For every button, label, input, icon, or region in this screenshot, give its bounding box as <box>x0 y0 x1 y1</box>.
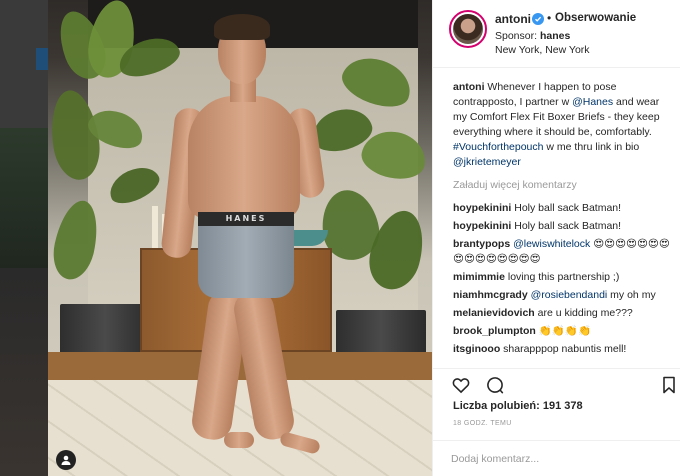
verified-badge-icon <box>532 13 544 25</box>
post-username[interactable]: antoni <box>495 12 531 26</box>
avatar[interactable] <box>449 10 487 48</box>
post-caption: antoni Whenever I happen to pose contrap… <box>453 80 675 170</box>
photo-rug <box>48 380 432 476</box>
comment-text: my oh my <box>607 289 656 301</box>
caption-text: w me thru link in bio <box>543 141 653 153</box>
comment-text: sharapppop nabuntis mell! <box>500 343 627 355</box>
load-more-comments-button[interactable]: Załaduj więcej komentarzy <box>453 178 675 193</box>
post-timestamp: 18 GODZ. TEMU <box>453 420 512 427</box>
comment-username[interactable]: hoypekinini <box>453 220 511 232</box>
comment-item: niamhmcgrady @rosiebendandi my oh my <box>453 288 675 303</box>
post-header: antoni • Obserwowanie Sponsor: hanes New… <box>433 0 680 68</box>
add-comment-bar <box>433 440 680 476</box>
caption-mention[interactable]: @jkrietemeyer <box>453 156 521 168</box>
sponsor-prefix: Sponsor: <box>495 30 538 42</box>
background-panel-mid <box>0 128 48 268</box>
user-tag-icon[interactable] <box>56 450 76 470</box>
caption-hashtag[interactable]: #Vouchforthepouch <box>453 141 544 153</box>
comment-text: 👏👏👏👏 <box>535 325 592 337</box>
post-photo[interactable]: HANES <box>48 0 432 476</box>
location-link[interactable]: New York, New York <box>495 44 590 56</box>
comment-item: hoypekinini Holy ball sack Batman! <box>453 219 675 234</box>
heart-icon[interactable] <box>451 375 471 395</box>
photo-candle <box>152 206 158 248</box>
add-comment-input[interactable] <box>451 450 663 468</box>
comment-text: Holy ball sack Batman! <box>511 202 622 214</box>
sponsor-line: Sponsor: hanes <box>495 30 570 42</box>
background-panel-bottom <box>0 268 48 476</box>
comment-text: are u kidding me??? <box>534 307 633 319</box>
comment-item: brook_plumpton 👏👏👏👏 <box>453 324 675 339</box>
background-overlay-strip <box>0 0 48 476</box>
comment-item: hoypekinini Holy ball sack Batman! <box>453 201 675 216</box>
comment-item: melanievidovich are u kidding me??? <box>453 306 675 321</box>
separator-dot: • <box>547 11 552 25</box>
comment-mention[interactable]: @lewiswhitelock <box>513 238 590 250</box>
comment-username[interactable]: hoypekinini <box>453 202 511 214</box>
comment-username[interactable]: itsginooo <box>453 343 500 355</box>
photo-person-torso <box>188 96 300 218</box>
comment-username[interactable]: mimimmie <box>453 271 505 283</box>
post-actions-bar <box>433 368 680 400</box>
photo-waistband-logo: HANES <box>198 212 294 226</box>
comment-item: itsginooo sharapppop nabuntis mell! <box>453 342 675 357</box>
comment-username[interactable]: melanievidovich <box>453 307 535 319</box>
follow-button[interactable]: Obserwowanie <box>555 12 636 24</box>
photo-person-foot <box>224 432 254 448</box>
background-panel-accent <box>36 48 48 70</box>
post-side-panel: antoni • Obserwowanie Sponsor: hanes New… <box>432 0 680 476</box>
sponsor-link[interactable]: hanes <box>540 30 570 42</box>
comment-text: Holy ball sack Batman! <box>511 220 622 232</box>
comment-item: brantypops @lewiswhitelock 😍😍😍😍😍😍😍😍😍😍😍😍😍… <box>453 237 675 267</box>
photo-briefs <box>198 214 294 298</box>
photo-person-hair <box>214 14 270 40</box>
likes-count[interactable]: Liczba polubień: 191 378 <box>453 400 583 412</box>
comments-list[interactable]: antoni Whenever I happen to pose contrap… <box>453 80 675 368</box>
caption-username[interactable]: antoni <box>453 81 485 93</box>
comment-username[interactable]: niamhmcgrady <box>453 289 528 301</box>
comment-item: mimimmie loving this partnership ;) <box>453 270 675 285</box>
comment-mention[interactable]: @rosiebendandi <box>531 289 608 301</box>
comment-username[interactable]: brantypops <box>453 238 510 250</box>
bookmark-icon[interactable] <box>659 375 679 395</box>
comment-username[interactable]: brook_plumpton <box>453 325 536 337</box>
comment-bubble-icon[interactable] <box>485 375 505 395</box>
comment-text: loving this partnership ;) <box>504 271 620 283</box>
caption-mention[interactable]: @Hanes <box>572 96 613 108</box>
